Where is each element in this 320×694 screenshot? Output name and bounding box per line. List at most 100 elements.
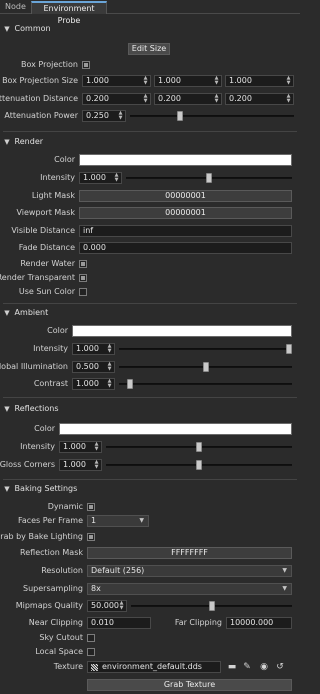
tab-environment-probe[interactable]: Environment Probe — [31, 1, 107, 25]
tab-node[interactable]: Node — [0, 1, 31, 14]
spin-arrows-icon[interactable]: ▲ ▼ — [106, 344, 113, 354]
reflections-intensity-label: Intensity — [20, 442, 55, 451]
render-color-swatch[interactable] — [79, 154, 292, 166]
supersampling-label: Supersampling — [23, 584, 83, 593]
slider-handle[interactable] — [196, 460, 202, 470]
spin-arrows-icon[interactable]: ▲ ▼ — [142, 94, 149, 104]
folder-icon[interactable]: ▬ — [226, 661, 238, 673]
reflections-intensity-slider[interactable] — [106, 441, 292, 453]
faces-per-frame-label: Faces Per Frame — [17, 516, 83, 525]
render-color-label: Color — [54, 155, 75, 164]
contrast-label: Contrast — [33, 379, 68, 388]
box-projection-size-z[interactable]: 1.000 ▲ ▼ — [225, 75, 294, 87]
section-header-common[interactable]: ▼ Common — [2, 22, 298, 35]
global-illumination-label: Global Illumination — [0, 362, 68, 371]
ambient-intensity-slider[interactable] — [119, 343, 292, 355]
render-water-label: Render Water — [20, 259, 75, 268]
sky-cutout-checkbox[interactable] — [87, 634, 95, 642]
render-intensity-slider[interactable] — [126, 172, 292, 184]
box-projection-checkbox[interactable] — [82, 61, 90, 69]
spin-arrows-icon[interactable]: ▲ ▼ — [213, 94, 220, 104]
light-mask-label: Light Mask — [31, 191, 75, 200]
attenuation-distance-z[interactable]: 0.200 ▲ ▼ — [225, 93, 294, 105]
global-illumination-slider[interactable] — [119, 361, 292, 373]
reset-icon[interactable]: ↺ — [274, 661, 286, 673]
slider-handle[interactable] — [209, 601, 215, 611]
spin-arrows-icon[interactable]: ▲ ▼ — [285, 76, 292, 86]
faces-per-frame-select[interactable]: 1 ▼ — [87, 515, 149, 527]
chevron-down-icon: ▼ — [282, 567, 287, 574]
contrast-input[interactable]: 1.000 ▲ ▼ — [72, 378, 115, 390]
ambient-intensity-input[interactable]: 1.000 ▲ ▼ — [72, 343, 115, 355]
spin-arrows-icon[interactable]: ▲ ▼ — [213, 76, 220, 86]
spin-arrows-icon[interactable]: ▲ ▼ — [113, 173, 120, 183]
spin-arrows-icon[interactable]: ▲ ▼ — [117, 111, 124, 121]
far-clipping-input[interactable]: 10000.000 — [226, 617, 292, 629]
spin-arrows-icon[interactable]: ▲ ▼ — [118, 601, 125, 611]
section-divider — [3, 397, 297, 398]
attenuation-power-input[interactable]: 0.250 ▲ ▼ — [82, 110, 126, 122]
ambient-color-swatch[interactable] — [72, 325, 292, 337]
edit-size-button[interactable]: Edit Size — [128, 43, 170, 55]
global-illumination-input[interactable]: 0.500 ▲ ▼ — [72, 361, 115, 373]
attenuation-distance-x[interactable]: 0.200 ▲ ▼ — [82, 93, 151, 105]
chevron-down-icon: ▼ — [282, 585, 287, 592]
render-intensity-input[interactable]: 1.000 ▲ ▼ — [79, 172, 122, 184]
near-clipping-input[interactable]: 0.010 — [87, 617, 151, 629]
box-projection-label: Box Projection — [21, 60, 78, 69]
chevron-down-icon: ▼ — [4, 138, 10, 146]
visible-distance-input[interactable]: inf — [79, 225, 292, 237]
slider-handle[interactable] — [206, 173, 212, 183]
chevron-down-icon: ▼ — [4, 405, 10, 413]
mipmaps-quality-slider[interactable] — [131, 600, 292, 612]
section-header-baking-settings[interactable]: ▼ Baking Settings — [2, 482, 298, 495]
local-space-checkbox[interactable] — [87, 648, 95, 656]
spin-arrows-icon[interactable]: ▲ ▼ — [142, 76, 149, 86]
gloss-corners-label: Gloss Corners — [0, 460, 55, 469]
supersampling-select[interactable]: 8x ▼ — [87, 583, 292, 595]
gloss-corners-slider[interactable] — [106, 459, 292, 471]
reflections-color-label: Color — [34, 424, 55, 433]
contrast-slider[interactable] — [119, 378, 292, 390]
slider-handle[interactable] — [127, 379, 133, 389]
attenuation-power-slider[interactable] — [130, 110, 294, 122]
spin-arrows-icon[interactable]: ▲ ▼ — [106, 379, 113, 389]
fade-distance-input[interactable]: 0.000 — [79, 242, 292, 254]
sky-cutout-label: Sky Cutout — [39, 633, 83, 642]
mipmaps-quality-input[interactable]: 50.000 ▲ ▼ — [87, 600, 127, 612]
slider-handle[interactable] — [177, 111, 183, 121]
gloss-corners-input[interactable]: 1.000 ▲ ▼ — [59, 459, 102, 471]
render-water-checkbox[interactable] — [79, 260, 87, 268]
texture-path-input[interactable]: environment_default.dds — [87, 661, 221, 673]
slider-handle[interactable] — [196, 442, 202, 452]
resolution-select[interactable]: Default (256) ▼ — [87, 565, 292, 577]
render-transparent-checkbox[interactable] — [79, 274, 87, 282]
ambient-intensity-label: Intensity — [33, 344, 68, 353]
spin-arrows-icon[interactable]: ▲ ▼ — [106, 362, 113, 372]
use-sun-color-checkbox[interactable] — [79, 288, 87, 296]
spin-arrows-icon[interactable]: ▲ ▼ — [93, 460, 100, 470]
eye-icon[interactable]: ◉ — [258, 661, 270, 673]
box-projection-size-x[interactable]: 1.000 ▲ ▼ — [82, 75, 151, 87]
edit-icon[interactable]: ✎ — [241, 661, 253, 673]
chevron-down-icon: ▼ — [139, 517, 144, 524]
visible-distance-label: Visible Distance — [11, 226, 75, 235]
grab-texture-button[interactable]: Grab Texture — [87, 679, 292, 691]
section-header-ambient[interactable]: ▼ Ambient — [2, 306, 298, 319]
viewport-mask-button[interactable]: 00000001 — [79, 207, 292, 219]
grab-by-bake-lighting-checkbox[interactable] — [87, 533, 95, 541]
reflection-mask-button[interactable]: FFFFFFFF — [87, 547, 292, 559]
dynamic-checkbox[interactable] — [87, 503, 95, 511]
section-header-render[interactable]: ▼ Render — [2, 135, 298, 148]
reflections-color-swatch[interactable] — [59, 423, 292, 435]
slider-handle[interactable] — [286, 344, 292, 354]
light-mask-button[interactable]: 00000001 — [79, 190, 292, 202]
box-projection-size-y[interactable]: 1.000 ▲ ▼ — [154, 75, 222, 87]
spin-arrows-icon[interactable]: ▲ ▼ — [93, 442, 100, 452]
section-header-reflections[interactable]: ▼ Reflections — [2, 402, 298, 415]
slider-handle[interactable] — [203, 362, 209, 372]
reflections-intensity-input[interactable]: 1.000 ▲ ▼ — [59, 441, 102, 453]
attenuation-distance-y[interactable]: 0.200 ▲ ▼ — [154, 93, 222, 105]
texture-icon — [91, 664, 98, 671]
spin-arrows-icon[interactable]: ▲ ▼ — [285, 94, 292, 104]
